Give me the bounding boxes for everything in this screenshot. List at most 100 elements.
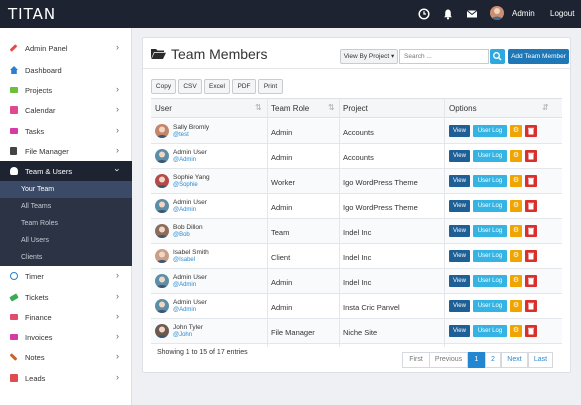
user-name: Admin User [173, 299, 207, 306]
sidebar-subitem-team-roles[interactable]: Team Roles [0, 215, 132, 232]
user-handle-link[interactable]: @Admin [173, 157, 196, 163]
trash-icon[interactable] [525, 325, 537, 337]
trash-icon[interactable] [525, 125, 537, 137]
search-input[interactable] [399, 49, 489, 64]
sort-icon[interactable]: ⇅ [328, 103, 335, 112]
user-log-button[interactable]: User Log [473, 200, 507, 212]
column-header-user[interactable]: User [155, 104, 172, 113]
user-handle-link[interactable]: @Sophie [173, 182, 198, 188]
chevron-right-icon: › [116, 42, 119, 52]
sidebar-item-file-manager[interactable]: File Manager › [0, 141, 132, 161]
user-log-button[interactable]: User Log [473, 275, 507, 287]
user-log-button[interactable]: User Log [473, 250, 507, 262]
sidebar-item-tasks[interactable]: Tasks › [0, 121, 132, 141]
trash-icon[interactable] [525, 250, 537, 262]
view-button[interactable]: View [449, 125, 470, 137]
sidebar-item-tickets[interactable]: Tickets › [0, 287, 132, 307]
column-header-options[interactable]: Options [449, 104, 477, 113]
sidebar-item-team-users[interactable]: Team & Users › [0, 161, 132, 181]
gear-icon[interactable]: ⚙ [510, 225, 522, 237]
user-handle-link[interactable]: @test [173, 132, 189, 138]
view-button[interactable]: View [449, 300, 470, 312]
project-name: Indel Inc [343, 228, 372, 237]
team-role: Client [271, 253, 291, 262]
chevron-right-icon: › [116, 270, 119, 280]
user-handle-link[interactable]: @John [173, 332, 192, 338]
trash-icon[interactable] [525, 225, 537, 237]
search-button[interactable] [490, 49, 505, 64]
gear-icon[interactable]: ⚙ [510, 300, 522, 312]
sidebar-item-finance[interactable]: Finance › [0, 307, 132, 327]
gear-icon[interactable]: ⚙ [510, 325, 522, 337]
view-by-project-dropdown[interactable]: View By Project ▾ [340, 49, 398, 64]
user-log-button[interactable]: User Log [473, 150, 507, 162]
pagination-page-1[interactable]: 1 [468, 352, 485, 368]
envelope-icon[interactable] [466, 8, 478, 20]
user-name[interactable]: Admin [512, 9, 535, 18]
gear-icon[interactable]: ⚙ [510, 200, 522, 212]
view-button[interactable]: View [449, 175, 470, 187]
trash-icon[interactable] [525, 150, 537, 162]
view-button[interactable]: View [449, 275, 470, 287]
print-button[interactable]: Print [258, 79, 283, 94]
bell-icon[interactable] [442, 8, 454, 20]
clock-icon[interactable] [418, 8, 430, 20]
view-button[interactable]: View [449, 200, 470, 212]
user-handle-link[interactable]: @Admin [173, 307, 196, 313]
table-row: Bob Dillon @Bob Team Indel Inc View User Log ⚙ [151, 219, 562, 244]
sidebar-subitem-all-users[interactable]: All Users [0, 232, 132, 249]
view-button[interactable]: View [449, 250, 470, 262]
user-log-button[interactable]: User Log [473, 125, 507, 137]
copy-button[interactable]: Copy [151, 79, 176, 94]
chevron-right-icon: › [116, 84, 119, 94]
sidebar-item-invoices[interactable]: Invoices › [0, 327, 132, 347]
csv-button[interactable]: CSV [178, 79, 202, 94]
gear-icon[interactable]: ⚙ [510, 150, 522, 162]
column-header-team-role[interactable]: Team Role [271, 104, 309, 113]
sort-icon[interactable]: ⇵ [542, 103, 549, 112]
user-avatar[interactable] [490, 6, 504, 20]
sidebar-item-leads[interactable]: Leads › [0, 368, 132, 388]
trash-icon[interactable] [525, 175, 537, 187]
user-log-button[interactable]: User Log [473, 175, 507, 187]
sidebar-subitem-all-teams[interactable]: All Teams [0, 198, 132, 215]
brand-logo[interactable]: TITAN [8, 5, 56, 23]
sidebar-item-dashboard[interactable]: Dashboard [0, 60, 132, 80]
user-handle-link[interactable]: @Admin [173, 207, 196, 213]
sidebar-subitem-your-team[interactable]: Your Team [0, 181, 132, 198]
view-button[interactable]: View [449, 225, 470, 237]
user-log-button[interactable]: User Log [473, 225, 507, 237]
sort-icon[interactable]: ⇅ [255, 103, 262, 112]
column-header-project[interactable]: Project [343, 104, 368, 113]
sidebar-item-timer[interactable]: Timer › [0, 266, 132, 286]
gear-icon[interactable]: ⚙ [510, 250, 522, 262]
pagination-previous[interactable]: Previous [429, 352, 468, 368]
add-team-member-button[interactable]: Add Team Member [508, 49, 569, 64]
gear-icon[interactable]: ⚙ [510, 275, 522, 287]
pagination-last[interactable]: Last [528, 352, 553, 368]
user-handle-link[interactable]: @Isabel [173, 257, 195, 263]
sidebar-item-notes[interactable]: Notes › [0, 347, 132, 367]
user-log-button[interactable]: User Log [473, 300, 507, 312]
gear-icon[interactable]: ⚙ [510, 175, 522, 187]
trash-icon[interactable] [525, 200, 537, 212]
team-role: Admin [271, 278, 293, 287]
view-button[interactable]: View [449, 325, 470, 337]
sidebar-item-admin-panel[interactable]: Admin Panel › [0, 38, 132, 58]
view-button[interactable]: View [449, 150, 470, 162]
trash-icon[interactable] [525, 300, 537, 312]
sidebar-item-calendar[interactable]: Calendar › [0, 100, 132, 120]
user-handle-link[interactable]: @Admin [173, 282, 196, 288]
sidebar-item-projects[interactable]: Projects › [0, 80, 132, 100]
pagination-page-2[interactable]: 2 [485, 352, 501, 368]
pdf-button[interactable]: PDF [232, 79, 256, 94]
pagination-first[interactable]: First [402, 352, 430, 368]
user-handle-link[interactable]: @Bob [173, 232, 190, 238]
gear-icon[interactable]: ⚙ [510, 125, 522, 137]
user-log-button[interactable]: User Log [473, 325, 507, 337]
trash-icon[interactable] [525, 275, 537, 287]
sidebar-subitem-clients[interactable]: Clients [0, 249, 132, 266]
logout-link[interactable]: Logout [550, 9, 574, 18]
excel-button[interactable]: Excel [204, 79, 230, 94]
pagination-next[interactable]: Next [501, 352, 528, 368]
